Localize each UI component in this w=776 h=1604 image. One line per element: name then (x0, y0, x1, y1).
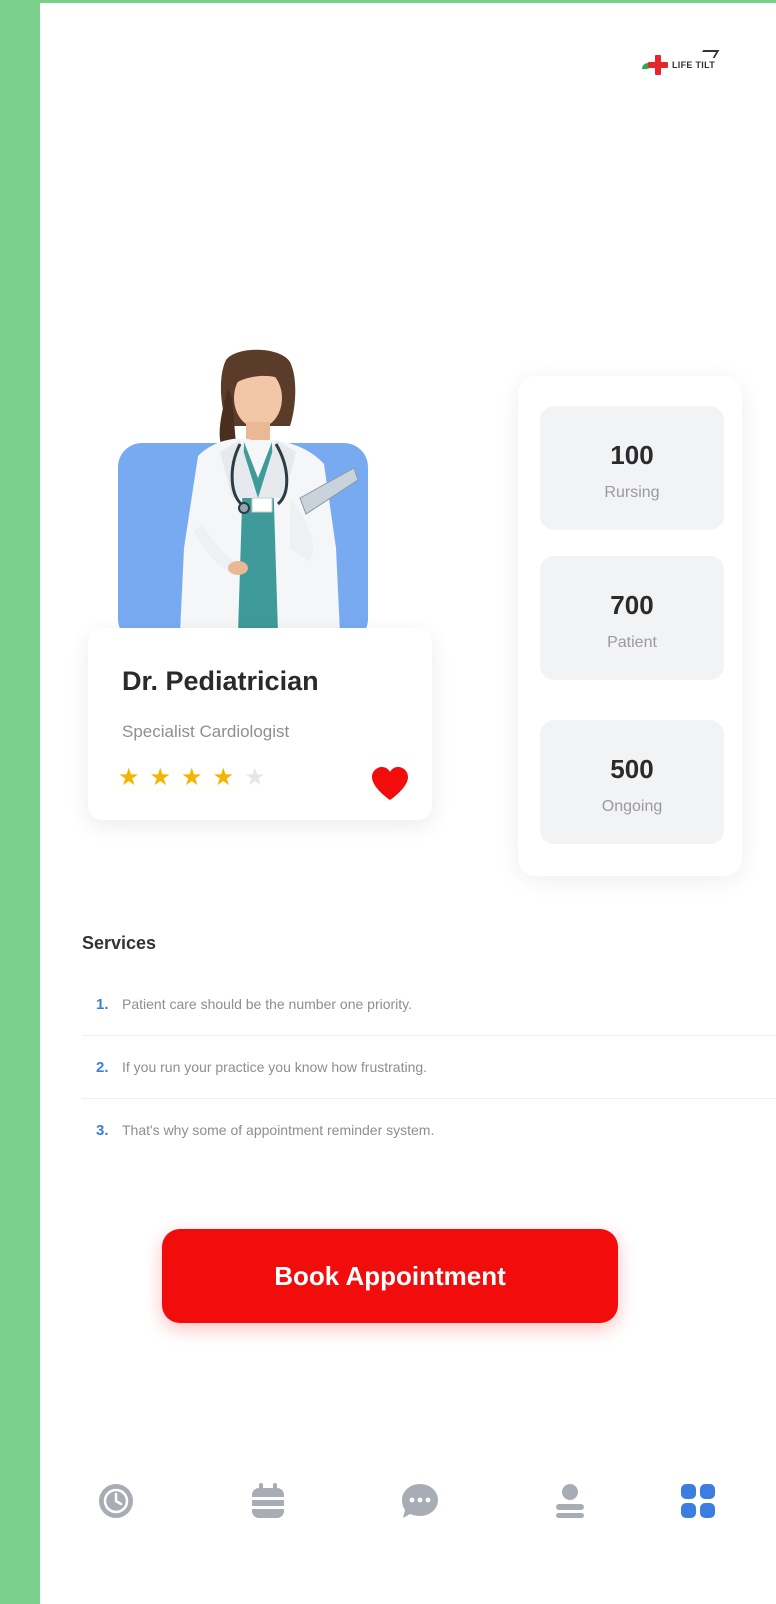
heart-icon[interactable] (370, 766, 410, 802)
grid-icon (681, 1484, 715, 1518)
nav-item-dashboard[interactable] (676, 1479, 720, 1523)
stat-label: Rursing (604, 484, 660, 501)
list-item: 3. That's why some of appointment remind… (82, 1099, 776, 1161)
stat-value: 100 (610, 440, 654, 470)
service-text: If you run your practice you know how fr… (122, 1059, 428, 1075)
nav-item-profile[interactable] (548, 1479, 592, 1523)
nav-item-history[interactable] (94, 1479, 138, 1523)
star-icon: ★ (181, 764, 203, 791)
star-icon: ★ (149, 764, 172, 791)
user-icon (556, 1484, 584, 1518)
stat-label: Ongoing (601, 798, 663, 815)
stat-value: 500 (610, 754, 654, 784)
stat-card-ongoing: 500 Ongoing (540, 720, 724, 844)
service-text: Patient care should be the number one pr… (122, 996, 413, 1012)
services-title: Services (82, 933, 157, 953)
stat-value: 700 (610, 590, 654, 620)
rating-stars: ★ ★ ★ ★ ★ (118, 766, 266, 790)
stats-panel: 100 Rursing 700 Patient 500 Ongoing (518, 376, 742, 876)
medical-cross-icon (642, 55, 668, 75)
nav-item-chat[interactable] (398, 1479, 442, 1523)
calendar-icon (252, 1483, 284, 1518)
star-icon: ★ (212, 764, 235, 791)
service-index: 3. (96, 1121, 109, 1139)
chat-icon (402, 1484, 438, 1518)
service-index: 2. (96, 1058, 109, 1076)
doctor-name: Dr. Pediatrician (122, 666, 319, 696)
book-appointment-button[interactable]: Book Appointment (162, 1229, 618, 1323)
star-icon: ★ (118, 764, 140, 791)
list-item: 2. If you run your practice you know how… (82, 1036, 776, 1099)
stat-card-patient: 700 Patient (540, 556, 724, 680)
brand-logo-text: LIFE TILT (672, 60, 716, 70)
star-icon: ★ (244, 764, 266, 791)
doctor-specialty: Specialist Cardiologist (122, 722, 290, 741)
services-list: 1. Patient care should be the number one… (82, 973, 776, 1161)
clock-icon (99, 1484, 133, 1518)
doctor-info-card[interactable]: Dr. Pediatrician Specialist Cardiologist… (88, 628, 432, 820)
service-index: 1. (96, 995, 109, 1013)
brand-logo: LIFE TILT (642, 43, 768, 87)
doctor-photo (180, 349, 359, 633)
app-screen: LIFE TILT Dr. Pediatrician Specialist Ca… (40, 3, 776, 1604)
list-item: 1. Patient care should be the number one… (82, 973, 776, 1036)
stat-label: Patient (607, 634, 657, 651)
service-text: That's why some of appointment reminder … (122, 1122, 435, 1138)
stat-card-rursing: 100 Rursing (540, 406, 724, 530)
bottom-nav (40, 1461, 776, 1541)
nav-item-calendar[interactable] (246, 1479, 290, 1523)
